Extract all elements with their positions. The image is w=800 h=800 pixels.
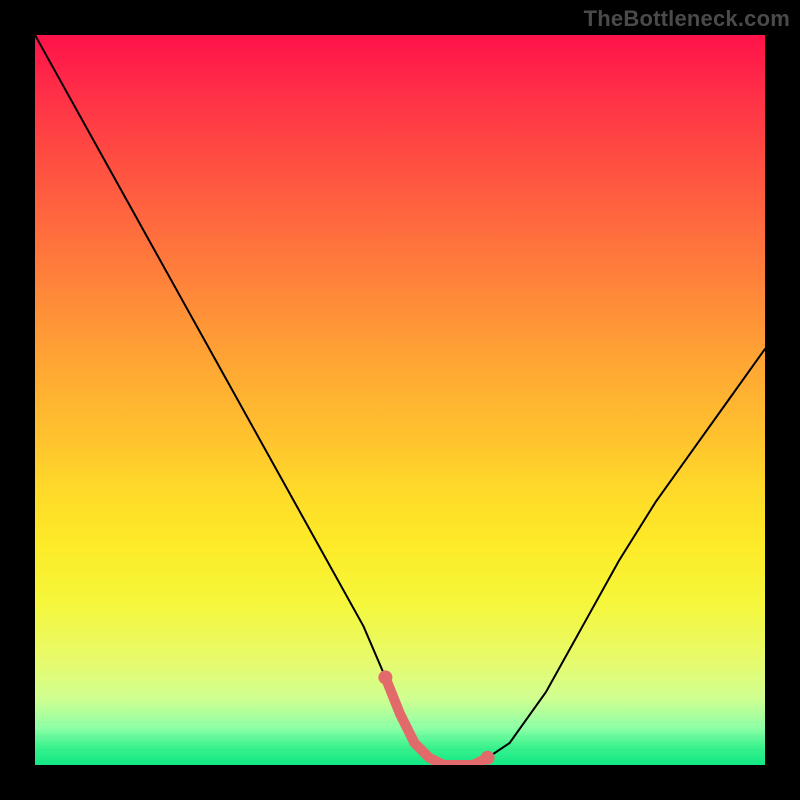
chart-frame: TheBottleneck.com bbox=[0, 0, 800, 800]
curve-svg bbox=[35, 35, 765, 765]
plot-area bbox=[35, 35, 765, 765]
optimal-segment-dots bbox=[378, 670, 494, 765]
optimal-dot bbox=[378, 670, 392, 684]
watermark-text: TheBottleneck.com bbox=[584, 6, 790, 32]
optimal-dot bbox=[395, 709, 405, 719]
optimal-dot bbox=[481, 751, 495, 765]
optimal-dot bbox=[410, 738, 420, 748]
bottleneck-curve-line bbox=[35, 35, 765, 765]
optimal-dot bbox=[424, 753, 434, 763]
optimal-segment-marker bbox=[385, 677, 487, 765]
